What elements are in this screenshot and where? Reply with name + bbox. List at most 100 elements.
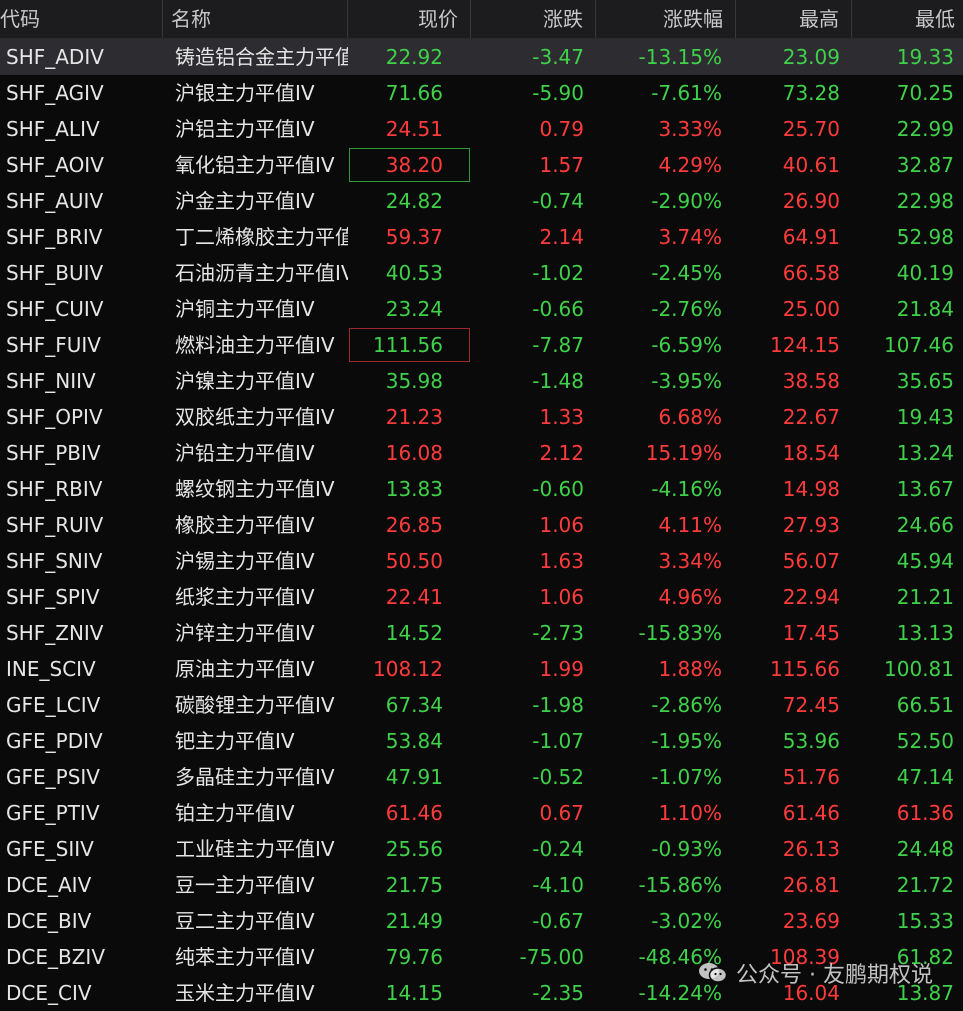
cell-low: 22.98 [896, 189, 954, 213]
cell-pct: -1.07% [651, 765, 722, 789]
cell-pct: -6.59% [651, 333, 722, 357]
cell-high: 72.45 [782, 693, 840, 717]
col-header-price[interactable]: 现价 [348, 0, 471, 38]
cell-high: 51.76 [782, 765, 840, 789]
table-row[interactable]: DCE_AIV 豆一主力平值IV 21.75 -4.10 -15.86% 26.81 21.… [0, 867, 963, 903]
cell-price: 21.49 [385, 909, 443, 933]
table-row[interactable]: SHF_ADIV 铸造铝合金主力平值 22.92 -3.47 -13.15% 23.09 1… [0, 39, 963, 75]
cell-name: 沪银主力平值IV [175, 81, 315, 105]
cell-low: 21.21 [896, 585, 954, 609]
cell-name: 纯苯主力平值IV [175, 945, 315, 969]
cell-pct: -2.45% [651, 261, 722, 285]
cell-name: 工业硅主力平值IV [175, 837, 335, 861]
cell-price: 22.92 [385, 45, 443, 69]
cell-name: 螺纹钢主力平值IV [175, 477, 335, 501]
cell-change: -1.48 [532, 369, 584, 393]
cell-high: 66.58 [782, 261, 840, 285]
cell-change: -0.60 [532, 477, 584, 501]
cell-low: 47.14 [896, 765, 954, 789]
cell-price: 47.91 [385, 765, 443, 789]
table-row[interactable]: SHF_RUIV 橡胶主力平值IV 26.85 1.06 4.11% 27.93 24.66 [0, 507, 963, 543]
cell-price: 23.24 [385, 297, 443, 321]
table-row[interactable]: SHF_AUIV 沪金主力平值IV 24.82 -0.74 -2.90% 26.90 22.… [0, 183, 963, 219]
col-header-name[interactable]: 名称 [163, 0, 348, 38]
col-header-low[interactable]: 最低 [852, 0, 963, 38]
cell-code: DCE_BIV [6, 909, 92, 933]
cell-high: 23.69 [782, 909, 840, 933]
table-row[interactable]: GFE_LCIV 碳酸锂主力平值IV 67.34 -1.98 -2.86% 72.45 66… [0, 687, 963, 723]
cell-change: -7.87 [532, 333, 584, 357]
cell-pct: -3.95% [651, 369, 722, 393]
cell-high: 61.46 [782, 801, 840, 825]
cell-high: 14.98 [782, 477, 840, 501]
cell-change: 1.99 [539, 657, 584, 681]
cell-name: 沪锌主力平值IV [175, 621, 315, 645]
cell-high: 25.70 [782, 117, 840, 141]
cell-code: SHF_CUIV [6, 297, 104, 321]
table-row[interactable]: SHF_PBIV 沪铅主力平值IV 16.08 2.12 15.19% 18.54 13.2… [0, 435, 963, 471]
cell-high: 26.13 [782, 837, 840, 861]
table-row[interactable]: DCE_BIV 豆二主力平值IV 21.49 -0.67 -3.02% 23.69 15.3… [0, 903, 963, 939]
table-row[interactable]: SHF_FUIV 燃料油主力平值IV 111.56 -7.87 -6.59% 124.15… [0, 327, 963, 363]
cell-low: 100.81 [884, 657, 954, 681]
table-row[interactable]: SHF_AGIV 沪银主力平值IV 71.66 -5.90 -7.61% 73.28 70.… [0, 75, 963, 111]
table-row[interactable]: SHF_SPIV 纸浆主力平值IV 22.41 1.06 4.96% 22.94 21.21 [0, 579, 963, 615]
cell-change: 1.63 [539, 549, 584, 573]
cell-name: 沪镍主力平值IV [175, 369, 315, 393]
cell-change: -2.73 [532, 621, 584, 645]
table-row[interactable]: GFE_SIIV 工业硅主力平值IV 25.56 -0.24 -0.93% 26.13 24… [0, 831, 963, 867]
cell-code: DCE_CIV [6, 981, 92, 1005]
table-row[interactable]: SHF_AOIV 氧化铝主力平值IV 38.20 1.57 4.29% 40.61 32.8… [0, 147, 963, 183]
cell-change: -0.74 [532, 189, 584, 213]
cell-change: -0.52 [532, 765, 584, 789]
cell-low: 52.50 [896, 729, 954, 753]
table-row[interactable]: GFE_PSIV 多晶硅主力平值IV 47.91 -0.52 -1.07% 51.76 47… [0, 759, 963, 795]
cell-change: -75.00 [519, 945, 584, 969]
cell-code: SHF_AUIV [6, 189, 104, 213]
table-row[interactable]: SHF_ZNIV 沪锌主力平值IV 14.52 -2.73 -15.83% 17.45 13… [0, 615, 963, 651]
cell-price: 40.53 [385, 261, 443, 285]
table-row[interactable]: GFE_PDIV 钯主力平值IV 53.84 -1.07 -1.95% 53.96 52.5… [0, 723, 963, 759]
table-row[interactable]: SHF_RBIV 螺纹钢主力平值IV 13.83 -0.60 -4.16% 14.98 13… [0, 471, 963, 507]
table-row[interactable]: SHF_BRIV 丁二烯橡胶主力平值 59.37 2.14 3.74% 64.91 52.9… [0, 219, 963, 255]
table-row[interactable]: GFE_PTIV 铂主力平值IV 61.46 0.67 1.10% 61.46 61.36 [0, 795, 963, 831]
cell-price: 108.12 [373, 657, 443, 681]
cell-code: SHF_AGIV [6, 81, 104, 105]
col-header-code[interactable]: 代码 [0, 0, 163, 38]
cell-high: 124.15 [770, 333, 840, 357]
cell-price: 24.82 [385, 189, 443, 213]
cell-change: -3.47 [532, 45, 584, 69]
cell-name: 燃料油主力平值IV [175, 333, 335, 357]
cell-pct: -0.93% [651, 837, 722, 861]
table-row[interactable]: SHF_NIIV 沪镍主力平值IV 35.98 -1.48 -3.95% 38.58 35.… [0, 363, 963, 399]
cell-price: 79.76 [385, 945, 443, 969]
table-row[interactable]: SHF_CUIV 沪铜主力平值IV 23.24 -0.66 -2.76% 25.00 21.… [0, 291, 963, 327]
table-row[interactable]: INE_SCIV 原油主力平值IV 108.12 1.99 1.88% 115.66 100… [0, 651, 963, 687]
table-row[interactable]: SHF_BUIV 石油沥青主力平值IV 40.53 -1.02 -2.45% 66.58 4… [0, 255, 963, 291]
table-row[interactable]: SHF_OPIV 双胶纸主力平值IV 21.23 1.33 6.68% 22.67 19.4… [0, 399, 963, 435]
cell-low: 70.25 [896, 81, 954, 105]
cell-change: 1.06 [539, 513, 584, 537]
col-header-high[interactable]: 最高 [736, 0, 852, 38]
cell-name: 沪锡主力平值IV [175, 549, 315, 573]
cell-high: 40.61 [782, 153, 840, 177]
cell-code: SHF_AOIV [6, 153, 104, 177]
watermark: 公众号 · 友鹏期权说 [698, 957, 933, 989]
cell-pct: 4.11% [658, 513, 722, 537]
table-row[interactable]: SHF_SNIV 沪锡主力平值IV 50.50 1.63 3.34% 56.07 45.94 [0, 543, 963, 579]
cell-high: 53.96 [782, 729, 840, 753]
cell-price: 67.34 [385, 693, 443, 717]
cell-high: 115.66 [770, 657, 840, 681]
cell-pct: -2.76% [651, 297, 722, 321]
col-header-change[interactable]: 涨跌 [471, 0, 596, 38]
cell-pct: -13.15% [638, 45, 722, 69]
cell-high: 26.81 [782, 873, 840, 897]
cell-code: SHF_BUIV [6, 261, 104, 285]
cell-high: 27.93 [782, 513, 840, 537]
cell-pct: -3.02% [651, 909, 722, 933]
table-row[interactable]: SHF_ALIV 沪铝主力平值IV 24.51 0.79 3.33% 25.70 22.99 [0, 111, 963, 147]
cell-low: 40.19 [896, 261, 954, 285]
cell-code: GFE_SIIV [6, 837, 94, 861]
col-header-pct[interactable]: 涨跌幅 [596, 0, 736, 38]
cell-high: 64.91 [782, 225, 840, 249]
